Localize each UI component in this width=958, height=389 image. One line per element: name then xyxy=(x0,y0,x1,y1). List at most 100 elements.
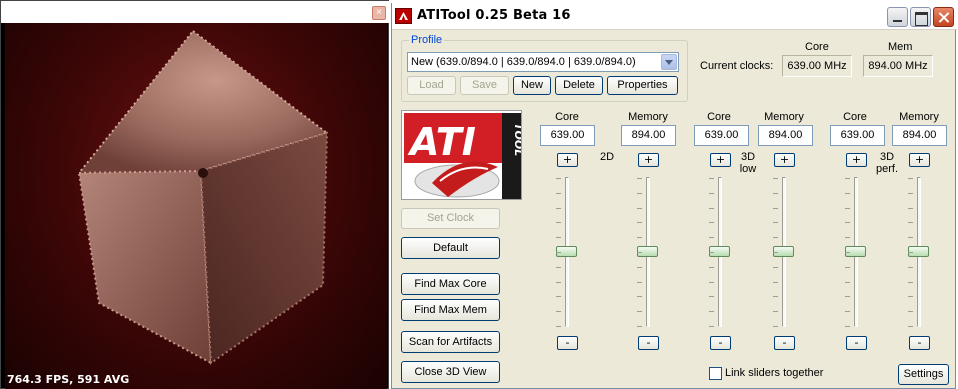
slider-tick xyxy=(773,192,778,194)
delete-button[interactable]: Delete xyxy=(555,76,603,95)
slider-tick xyxy=(773,311,778,313)
slider-tick xyxy=(709,207,714,209)
core-clock-input[interactable]: 639.00 xyxy=(830,125,885,146)
properties-button[interactable]: Properties xyxy=(607,76,678,95)
find-max-mem-button[interactable]: Find Max Mem xyxy=(401,299,500,321)
slider-tick xyxy=(908,222,913,224)
svg-text:ATI: ATI xyxy=(407,120,476,164)
title-bar[interactable]: ATITool 0.25 Beta 16 xyxy=(392,3,957,30)
memory-decrease-button[interactable]: - xyxy=(638,336,659,350)
fps-counter: 764.3 FPS, 591 AVG xyxy=(7,373,130,386)
slider-tick xyxy=(773,281,778,283)
core-slider[interactable] xyxy=(845,177,866,327)
core-clock-input[interactable]: 639.00 xyxy=(540,125,595,146)
chevron-down-icon[interactable] xyxy=(661,54,677,70)
furry-cube-render xyxy=(76,29,330,365)
core-increase-button[interactable]: + xyxy=(710,153,731,167)
load-button[interactable]: Load xyxy=(407,76,456,95)
profile-selected-value: New (639.0/894.0 | 639.0/894.0 | 639.0/8… xyxy=(411,56,636,68)
slider-tick xyxy=(556,281,561,283)
core-increase-button[interactable]: + xyxy=(846,153,867,167)
slider-tick xyxy=(845,281,850,283)
memory-decrease-button[interactable]: - xyxy=(909,336,930,350)
slider-tick xyxy=(637,326,642,327)
slider-tick xyxy=(773,266,778,268)
slider-thumb[interactable] xyxy=(845,245,866,257)
slider-tick xyxy=(637,237,642,239)
render-titlebar: × xyxy=(1,1,390,23)
slider-tick xyxy=(637,311,642,313)
slider-thumb[interactable] xyxy=(709,245,730,257)
app-icon[interactable] xyxy=(395,8,412,24)
memory-clock-input[interactable]: 894.00 xyxy=(892,125,947,146)
slider-tick xyxy=(556,326,561,327)
slider-tick xyxy=(709,252,714,253)
memory-slider[interactable] xyxy=(773,177,794,327)
core-slider[interactable] xyxy=(709,177,730,327)
close-3d-view-button[interactable]: Close 3D View xyxy=(401,361,500,383)
slider-thumb[interactable] xyxy=(637,245,658,257)
memory-increase-button[interactable]: + xyxy=(774,153,795,167)
new-button[interactable]: New xyxy=(513,76,551,95)
slider-thumb[interactable] xyxy=(773,245,794,257)
slider-tick xyxy=(845,178,850,179)
link-sliders-checkbox[interactable] xyxy=(709,367,722,380)
slider-tick xyxy=(773,296,778,298)
window-title: ATITool 0.25 Beta 16 xyxy=(417,8,571,23)
slider-tick xyxy=(773,252,778,253)
current-mem-clock: 894.00 MHz xyxy=(863,55,933,77)
slider-tick xyxy=(908,296,913,298)
render-close-button[interactable]: × xyxy=(372,6,386,20)
link-sliders-label[interactable]: Link sliders together xyxy=(725,367,823,379)
profile-dropdown[interactable]: New (639.0/894.0 | 639.0/894.0 | 639.0/8… xyxy=(407,52,679,72)
slider-tick xyxy=(637,178,642,179)
slider-tick xyxy=(556,178,561,179)
scan-for-artifacts-button[interactable]: Scan for Artifacts xyxy=(401,331,500,353)
core-slider[interactable] xyxy=(556,177,577,327)
slider-tick xyxy=(845,252,850,253)
slider-tick xyxy=(908,192,913,194)
default-button[interactable]: Default xyxy=(401,237,500,259)
close-button[interactable] xyxy=(933,7,954,27)
slider-tick xyxy=(637,281,642,283)
maximize-button[interactable] xyxy=(910,7,931,27)
memory-clock-input[interactable]: 894.00 xyxy=(621,125,676,146)
slider-thumb[interactable] xyxy=(556,245,577,257)
core-decrease-button[interactable]: - xyxy=(846,336,867,350)
slider-tick xyxy=(845,192,850,194)
slider-tick xyxy=(709,296,714,298)
slider-tick xyxy=(908,252,913,253)
core-clock-input[interactable]: 639.00 xyxy=(694,125,749,146)
mode-label: 3D perf. xyxy=(875,151,898,175)
find-max-core-button[interactable]: Find Max Core xyxy=(401,273,500,295)
slider-tick xyxy=(709,266,714,268)
slider-tick xyxy=(908,326,913,327)
current-clocks-label: Current clocks: xyxy=(700,60,774,72)
minimize-button[interactable] xyxy=(887,7,908,27)
atitool-window: ATITool 0.25 Beta 16 Profile New (639.0/… xyxy=(391,3,957,389)
memory-slider[interactable] xyxy=(637,177,658,327)
core-increase-button[interactable]: + xyxy=(557,153,578,167)
set-clock-button[interactable]: Set Clock xyxy=(401,208,500,229)
memory-column-label: Memory xyxy=(764,111,804,123)
memory-slider[interactable] xyxy=(908,177,929,327)
slider-tick xyxy=(637,266,642,268)
save-button[interactable]: Save xyxy=(460,76,509,95)
slider-tick xyxy=(773,178,778,179)
slider-tick xyxy=(637,207,642,209)
memory-increase-button[interactable]: + xyxy=(638,153,659,167)
slider-tick xyxy=(709,178,714,179)
slider-thumb[interactable] xyxy=(908,245,929,257)
core-decrease-button[interactable]: - xyxy=(557,336,578,350)
memory-clock-input[interactable]: 894.00 xyxy=(758,125,813,146)
settings-button[interactable]: Settings xyxy=(898,364,949,385)
core-decrease-button[interactable]: - xyxy=(710,336,731,350)
slider-tick xyxy=(709,192,714,194)
memory-increase-button[interactable]: + xyxy=(909,153,930,167)
slider-tick xyxy=(845,311,850,313)
slider-tick xyxy=(709,237,714,239)
slider-tick xyxy=(908,266,913,268)
memory-decrease-button[interactable]: - xyxy=(774,336,795,350)
slider-tick xyxy=(845,296,850,298)
slider-tick xyxy=(773,207,778,209)
